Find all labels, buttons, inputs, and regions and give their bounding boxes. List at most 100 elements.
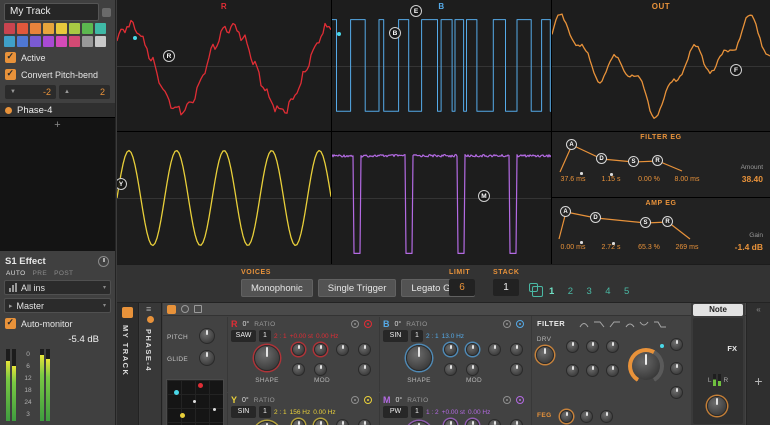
keytrack-icon[interactable] [351,320,359,328]
color-swatch[interactable] [56,23,67,34]
voice-stack-value[interactable]: 1 [493,279,519,296]
amp-eg-decay-point[interactable]: D [590,212,601,223]
amp-attack-value[interactable]: 0.00 ms [554,244,592,251]
osc-m-shape-knob[interactable] [406,421,432,425]
color-swatch[interactable] [43,36,54,47]
retrigger-icon[interactable] [516,396,524,404]
convert-pitchbend-checkbox[interactable] [5,68,16,80]
bend-down-stepper[interactable]: ▼ -2 [5,85,56,99]
osc-b-mod-knob[interactable] [488,343,501,356]
osc-y-slot[interactable]: 1 [259,406,271,418]
osc-r-mod-knob[interactable] [314,363,327,376]
stepper-down-icon[interactable]: ▼ [10,89,16,95]
osc-b-ratio-value[interactable]: 2 : 1 [426,333,439,340]
osc-r-phase-value[interactable]: 0° [243,321,250,328]
filter-knob[interactable] [586,340,599,353]
stack-voice-4[interactable]: 4 [605,286,610,297]
keytrack-icon[interactable] [503,396,511,404]
filter-release-value[interactable]: 8.00 ms [668,176,706,183]
osc-r-aux-knob[interactable] [358,343,371,356]
filter-decay-value[interactable]: 1.15 s [592,176,630,183]
device-menu-icon[interactable]: ≡ [146,304,151,314]
osc-b-mod-knob[interactable] [444,363,457,376]
track-tab[interactable]: MY TRACK [117,303,139,425]
osc-y-freq-value[interactable]: 0.00 Hz [313,409,335,416]
osc-b-aux-knob[interactable] [510,343,523,356]
xy-dot-white[interactable] [213,408,216,411]
amp-eg-sustain-point[interactable]: S [640,217,651,228]
osc-y-shape-knob[interactable] [254,421,280,425]
filter-type-icons[interactable] [578,319,678,329]
feg-knob[interactable] [600,410,613,423]
feg-knob[interactable] [580,410,593,423]
filter-eg-attack-point[interactable]: A [566,139,577,150]
output-volume-knob[interactable] [707,396,727,416]
amp-decay-value[interactable]: 2.72 s [592,244,630,251]
device-enabled-dot[interactable] [5,106,12,114]
filter-eg-sustain-point[interactable]: S [628,156,639,167]
osc-r-detune-value[interactable]: +0.00 st [290,333,313,340]
osc-b-wave-select[interactable]: SIN [383,330,408,342]
mod-badge-e[interactable]: E [410,5,422,17]
bend-up-stepper[interactable]: ▲ 2 [59,85,110,99]
osc-m-ratio-value[interactable]: 1 : 2 [426,409,439,416]
color-swatch[interactable] [56,36,67,47]
phase-xy-pad[interactable] [166,379,224,425]
color-swatch[interactable] [17,23,28,34]
color-swatch[interactable] [69,23,80,34]
color-swatch[interactable] [30,36,41,47]
amp-eg-attack-point[interactable]: A [560,206,571,217]
color-swatch[interactable] [30,23,41,34]
monophonic-button[interactable]: Monophonic [241,279,313,297]
stack-voice-3[interactable]: 3 [587,286,592,297]
add-device-button[interactable]: + [0,118,115,132]
active-checkbox[interactable] [5,51,16,63]
keytrack-icon[interactable] [503,320,511,328]
osc-m-mod-knob[interactable] [466,419,479,425]
stack-voice-2[interactable]: 2 [568,286,573,297]
keytrack-icon[interactable] [351,396,359,404]
feg-knob[interactable] [560,410,573,423]
single-trigger-button[interactable]: Single Trigger [317,279,397,297]
filter-drive-knob[interactable] [536,346,554,364]
retrigger-icon[interactable] [364,396,372,404]
filter-aux-knob[interactable] [670,386,683,399]
osc-b-slot[interactable]: 1 [411,330,423,342]
device-power-icon[interactable] [181,305,189,313]
filter-eg-decay-point[interactable]: D [596,153,607,164]
color-swatch[interactable] [82,36,93,47]
amp-sustain-value[interactable]: 65.3 % [630,244,668,251]
xy-dot-yellow[interactable] [180,413,185,418]
osc-r-ratio-value[interactable]: 2 : 1 [274,333,287,340]
osc-m-wave-select[interactable]: PW [383,406,408,418]
monitor-mode-pre[interactable]: PRE [33,270,48,277]
stack-voice-5[interactable]: 5 [624,286,629,297]
amp-gain-value[interactable]: -1.4 dB [735,242,763,252]
monitor-mode-post[interactable]: POST [54,270,73,277]
filter-attack-value[interactable]: 37.6 ms [554,176,592,183]
add-device-slot-button[interactable]: + [747,373,770,389]
filter-knob[interactable] [566,340,579,353]
osc-m-freq-value[interactable]: 0.00 Hz [468,409,490,416]
amp-release-value[interactable]: 269 ms [668,244,706,251]
mod-badge-f[interactable]: F [730,64,742,76]
mod-badge-m[interactable]: M [478,190,490,202]
collapse-icon[interactable]: « [747,305,770,314]
filter-aux-knob[interactable] [670,338,683,351]
osc-b-mod-knob[interactable] [466,363,479,376]
osc-r-slot[interactable]: 1 [259,330,271,342]
bend-up-value[interactable]: 2 [100,87,105,97]
filter-knob[interactable] [606,340,619,353]
filter-sustain-value[interactable]: 0.00 % [630,176,668,183]
osc-y-aux-knob[interactable] [358,419,371,425]
bend-down-value[interactable]: -2 [43,87,51,97]
filter-knob[interactable] [566,364,579,377]
pitch-knob[interactable] [199,328,215,344]
color-swatch[interactable] [43,23,54,34]
device-expand-icon[interactable] [194,305,202,313]
color-swatch[interactable] [4,36,15,47]
osc-r-mod-knob[interactable] [292,363,305,376]
amp-eg-release-point[interactable]: R [662,216,673,227]
effect-send-knob[interactable] [98,256,109,267]
osc-b-mod-knob[interactable] [444,343,457,356]
